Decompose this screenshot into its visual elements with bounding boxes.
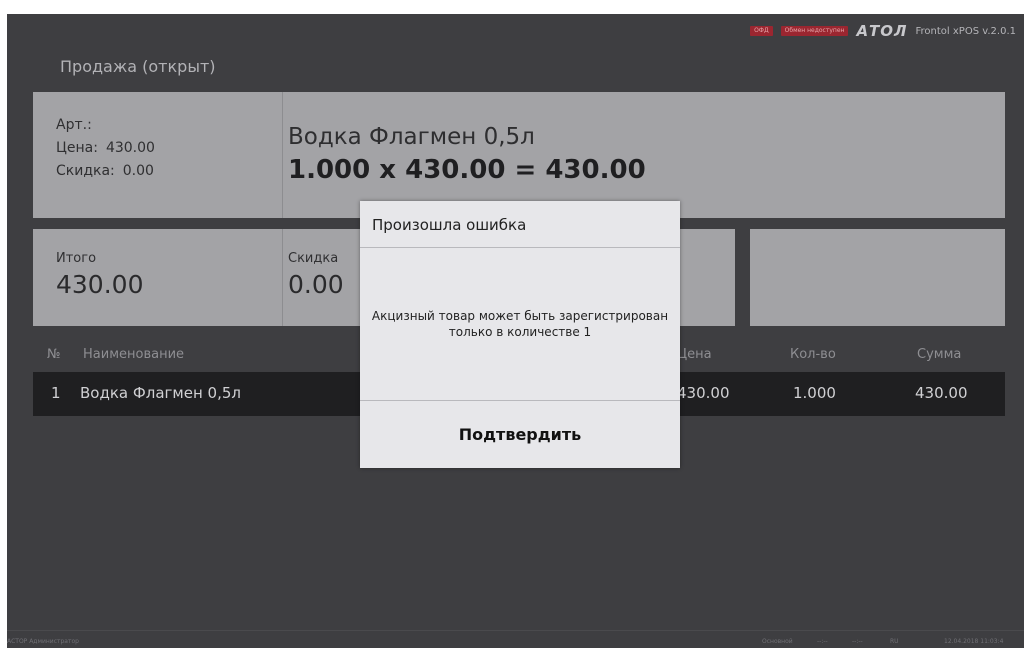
item-info-panel: Арт.: Цена: 430.00 Скидка: 0.00 Водка Флаг… [33, 92, 1005, 218]
receipt-status-title: Продажа (открыт) [60, 57, 216, 76]
confirm-button[interactable]: Подтвердить [360, 401, 680, 467]
row-number: 1 [51, 384, 61, 402]
col-sum: Сумма [917, 347, 962, 362]
col-price: Цена [677, 347, 712, 362]
price-value: 430.00 [105, 140, 155, 156]
error-dialog-title: Произошла ошибка [360, 201, 680, 248]
row-name: Водка Флагмен 0,5л [80, 384, 241, 402]
col-quantity: Кол-во [790, 347, 836, 362]
article-label: Арт.: [56, 117, 92, 133]
footer-time-2: --:-- [852, 638, 863, 645]
ofd-badge: ОФД [750, 26, 773, 36]
footer-user: АСТОР Администратор [7, 638, 79, 645]
error-dialog: Произошла ошибка Акцизный товар может бы… [360, 201, 680, 468]
app-version: Frontol xPOS v.2.0.1 [915, 25, 1016, 37]
discount-line: Скидка: 0.00 [56, 160, 282, 183]
article-line: Арт.: [56, 114, 282, 137]
error-dialog-message: Акцизный товар может быть зарегистрирова… [360, 248, 680, 401]
footer-language: RU [890, 638, 899, 645]
row-quantity: 1.000 [793, 384, 836, 402]
discount-label: Скидка: [56, 163, 115, 179]
item-details: Арт.: Цена: 430.00 Скидка: 0.00 [33, 92, 283, 218]
status-footer: АСТОР Администратор Основной --:-- --:--… [7, 630, 1024, 648]
product-name: Водка Флагмен 0,5л [288, 124, 535, 150]
top-status-bar: ОФД Обмен недоступен АТОЛ Frontol xPOS v… [750, 22, 1016, 40]
price-line: Цена: 430.00 [56, 137, 282, 160]
total-block: Итого 430.00 [33, 229, 283, 326]
exchange-status-badge: Обмен недоступен [780, 26, 849, 36]
col-name: Наименование [83, 347, 185, 362]
discount-value: 0.00 [122, 163, 154, 179]
total-value: 430.00 [56, 270, 144, 299]
atol-logo: АТОЛ [856, 22, 908, 40]
footer-mode: Основной [762, 638, 793, 645]
total-label: Итого [56, 251, 97, 266]
row-price: 430.00 [677, 384, 730, 402]
row-sum: 430.00 [915, 384, 968, 402]
footer-datetime: 12.04.2018 11:03:4 [944, 638, 1004, 645]
item-summary: Водка Флагмен 0,5л 1.000 х 430.00 = 430.… [284, 92, 1005, 218]
price-label: Цена: [56, 140, 98, 156]
extra-info-panel [750, 229, 1005, 326]
col-number: № [47, 347, 61, 362]
product-calculation: 1.000 х 430.00 = 430.00 [288, 155, 646, 185]
footer-time-1: --:-- [817, 638, 828, 645]
